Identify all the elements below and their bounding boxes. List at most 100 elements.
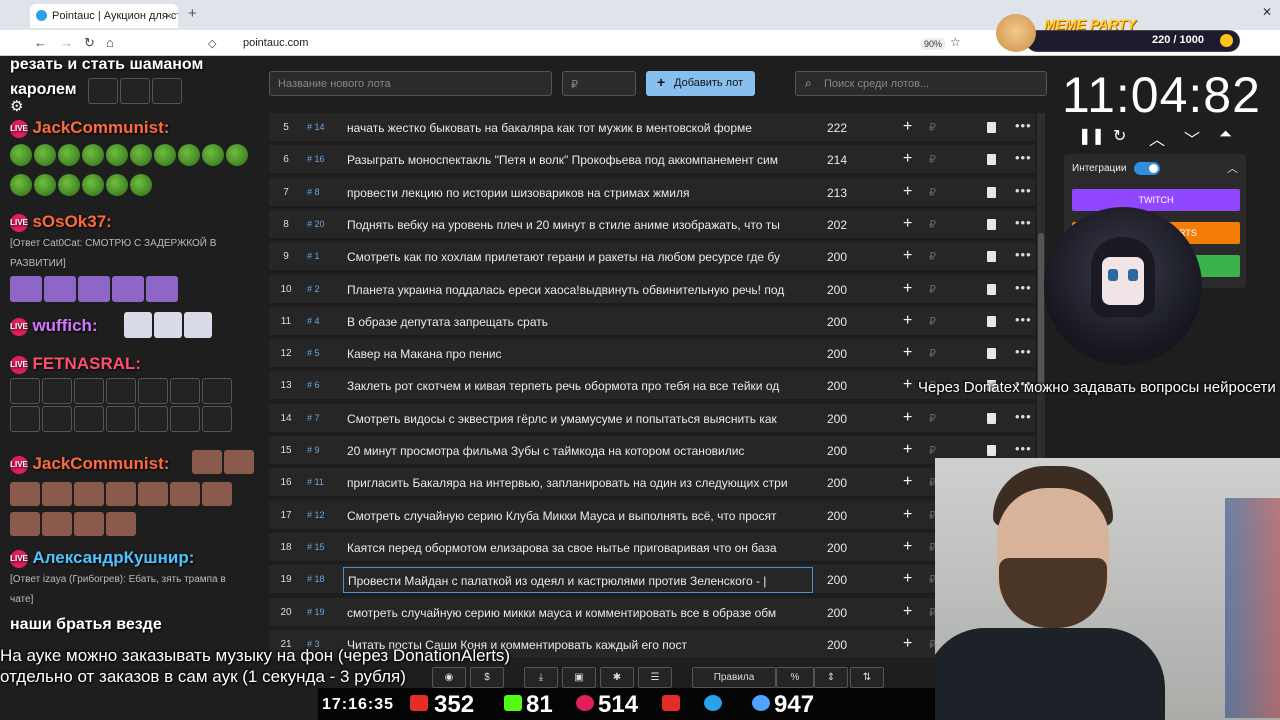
integrations-toggle[interactable]: [1134, 162, 1160, 175]
reload-icon[interactable]: ↻: [84, 35, 95, 51]
ruble-icon[interactable]: ₽: [929, 153, 936, 166]
lot-row[interactable]: 10 # 2 Планета украина поддалась ереси хао…: [269, 274, 1035, 305]
back-icon[interactable]: ←: [34, 35, 47, 50]
chevron-down-icon[interactable]: ﹀: [1184, 126, 1200, 150]
ruble-icon[interactable]: ₽: [929, 121, 936, 134]
lot-row[interactable]: 12 # 5 Кавер на Макана про пенис 200 + ₽ •••: [269, 339, 1035, 370]
lot-title[interactable]: Провести Майдан с палаткой из одеял и ка…: [343, 567, 813, 594]
rules-button[interactable]: Правила: [692, 667, 776, 688]
bug-icon[interactable]: ✱: [600, 667, 634, 688]
reset-icon[interactable]: ↻: [1113, 126, 1126, 146]
lot-title[interactable]: Заклеть рот скотчем и кивая терпеть речь…: [347, 379, 807, 393]
close-tab-icon[interactable]: ×: [165, 9, 172, 23]
lot-title[interactable]: пригласить Бакаляра на интервью, заплани…: [347, 476, 807, 490]
trash-icon[interactable]: [987, 412, 996, 424]
window-close-icon[interactable]: ✕: [1262, 5, 1272, 19]
trash-icon[interactable]: [987, 315, 996, 327]
more-options-icon[interactable]: •••: [1015, 409, 1032, 424]
lot-title[interactable]: В образе депутата запрещать срать: [347, 315, 807, 329]
double-chevron-up-icon[interactable]: ⏶: [1219, 126, 1232, 144]
lot-row[interactable]: 17 # 12 Смотреть случайную серию Клуба Мик…: [269, 500, 1035, 531]
more-options-icon[interactable]: •••: [1015, 344, 1032, 359]
ruble-icon[interactable]: ₽: [929, 444, 936, 457]
chevron-up-icon[interactable]: ︿: [1227, 160, 1238, 176]
add-amount-icon[interactable]: +: [903, 603, 912, 621]
shield-icon[interactable]: ◇: [208, 37, 216, 50]
add-amount-icon[interactable]: +: [903, 344, 912, 362]
github-icon[interactable]: ◉: [432, 667, 466, 688]
ruble-icon[interactable]: ₽: [929, 218, 936, 231]
trash-icon[interactable]: [987, 348, 996, 360]
more-options-icon[interactable]: •••: [1015, 215, 1032, 230]
add-amount-icon[interactable]: +: [903, 538, 912, 556]
ruble-icon[interactable]: ₽: [929, 186, 936, 199]
add-amount-icon[interactable]: +: [903, 215, 912, 233]
new-tab-icon[interactable]: +: [188, 5, 197, 22]
new-lot-input[interactable]: Название нового лота: [269, 71, 552, 96]
pause-icon[interactable]: ❚❚: [1078, 126, 1105, 146]
more-options-icon[interactable]: •••: [1015, 312, 1032, 327]
trash-icon[interactable]: [987, 251, 996, 263]
trash-icon[interactable]: [987, 445, 996, 456]
lot-title[interactable]: Смотреть случайную серию Клуба Микки Мау…: [347, 509, 807, 523]
trash-icon[interactable]: [987, 218, 996, 230]
add-amount-icon[interactable]: +: [903, 247, 912, 265]
add-amount-icon[interactable]: +: [903, 506, 912, 524]
more-options-icon[interactable]: •••: [1015, 247, 1032, 262]
more-options-icon[interactable]: •••: [1015, 118, 1032, 133]
lot-title[interactable]: Разыграть моноспектакль "Петя и волк" Пр…: [347, 153, 807, 167]
lot-row[interactable]: 11 # 4 В образе депутата запрещать срать 20…: [269, 306, 1035, 337]
chevron-up-icon[interactable]: ︿: [1149, 126, 1165, 150]
lot-row[interactable]: 14 # 7 Смотреть видосы с эквестрия гёрлс и…: [269, 403, 1035, 434]
trash-icon[interactable]: [987, 154, 996, 166]
lot-title[interactable]: Планета украина поддалась ереси хаоса!вы…: [347, 283, 807, 297]
add-amount-icon[interactable]: +: [903, 635, 912, 653]
browser-tab[interactable]: Pointauc | Аукцион для стримеров ×: [30, 4, 178, 28]
lot-title[interactable]: Кавер на Макана про пенис: [347, 347, 807, 361]
ruble-icon[interactable]: ₽: [929, 283, 936, 296]
lot-title[interactable]: Смотреть как по хохлам прилетают герани …: [347, 250, 807, 264]
add-lot-button[interactable]: + Добавить лот: [646, 71, 755, 96]
trash-icon[interactable]: [987, 122, 996, 133]
add-amount-icon[interactable]: +: [903, 312, 912, 330]
lot-title[interactable]: смотреть случайную серию микки мауса и к…: [347, 606, 807, 620]
split-icon[interactable]: ⇕: [814, 667, 848, 688]
more-options-icon[interactable]: •••: [1015, 441, 1032, 456]
twitch-button[interactable]: TWITCH: [1072, 189, 1240, 211]
add-amount-icon[interactable]: +: [903, 441, 912, 459]
url-field[interactable]: pointauc.com: [243, 37, 308, 49]
add-amount-icon[interactable]: +: [903, 570, 912, 588]
lot-row[interactable]: 7 # 8 провести лекцию по истории шизоварик…: [269, 177, 1035, 208]
gear-icon[interactable]: ⚙: [10, 97, 23, 115]
ruble-icon[interactable]: ₽: [929, 315, 936, 328]
lot-row[interactable]: 16 # 11 пригласить Бакаляра на интервью, з…: [269, 468, 1035, 499]
lot-row[interactable]: 6 # 16 Разыграть моноспектакль "Петя и вол…: [269, 145, 1035, 176]
more-options-icon[interactable]: •••: [1015, 183, 1032, 198]
sort-icon[interactable]: ⇅: [850, 667, 884, 688]
trash-icon[interactable]: [987, 186, 996, 198]
lot-title[interactable]: Смотреть видосы с эквестрия гёрлс и умам…: [347, 412, 807, 426]
lot-amount-input[interactable]: ₽: [562, 71, 636, 96]
add-amount-icon[interactable]: +: [903, 376, 912, 394]
dollar-icon[interactable]: $: [470, 667, 504, 688]
percent-button[interactable]: %: [776, 667, 814, 688]
download-icon[interactable]: ⤓: [524, 667, 558, 688]
lot-row[interactable]: 9 # 1 Смотреть как по хохлам прилетают гер…: [269, 242, 1035, 273]
add-amount-icon[interactable]: +: [903, 118, 912, 136]
add-amount-icon[interactable]: +: [903, 183, 912, 201]
lot-title[interactable]: 20 минут просмотра фильма Зубы с таймкод…: [347, 444, 807, 458]
lot-title[interactable]: Каятся перед обормотом елизарова за свое…: [347, 541, 807, 555]
ruble-icon[interactable]: ₽: [929, 412, 936, 425]
bookmark-star-icon[interactable]: ☆: [950, 35, 961, 49]
list-icon[interactable]: ☰: [638, 667, 672, 688]
lot-row[interactable]: 8 # 20 Поднять вебку на уровень плеч и 20 …: [269, 209, 1035, 240]
lot-title[interactable]: провести лекцию по истории шизовариков н…: [347, 186, 807, 200]
add-amount-icon[interactable]: +: [903, 150, 912, 168]
zoom-level[interactable]: 90%: [920, 38, 947, 50]
lot-row[interactable]: 15 # 9 20 минут просмотра фильма Зубы с та…: [269, 436, 1035, 466]
lot-row[interactable]: 18 # 15 Каятся перед обормотом елизарова з…: [269, 532, 1035, 563]
save-icon[interactable]: ▣: [562, 667, 596, 688]
add-amount-icon[interactable]: +: [903, 409, 912, 427]
lot-title[interactable]: начать жестко быковать на бакаляра как т…: [347, 121, 807, 135]
add-amount-icon[interactable]: +: [903, 473, 912, 491]
